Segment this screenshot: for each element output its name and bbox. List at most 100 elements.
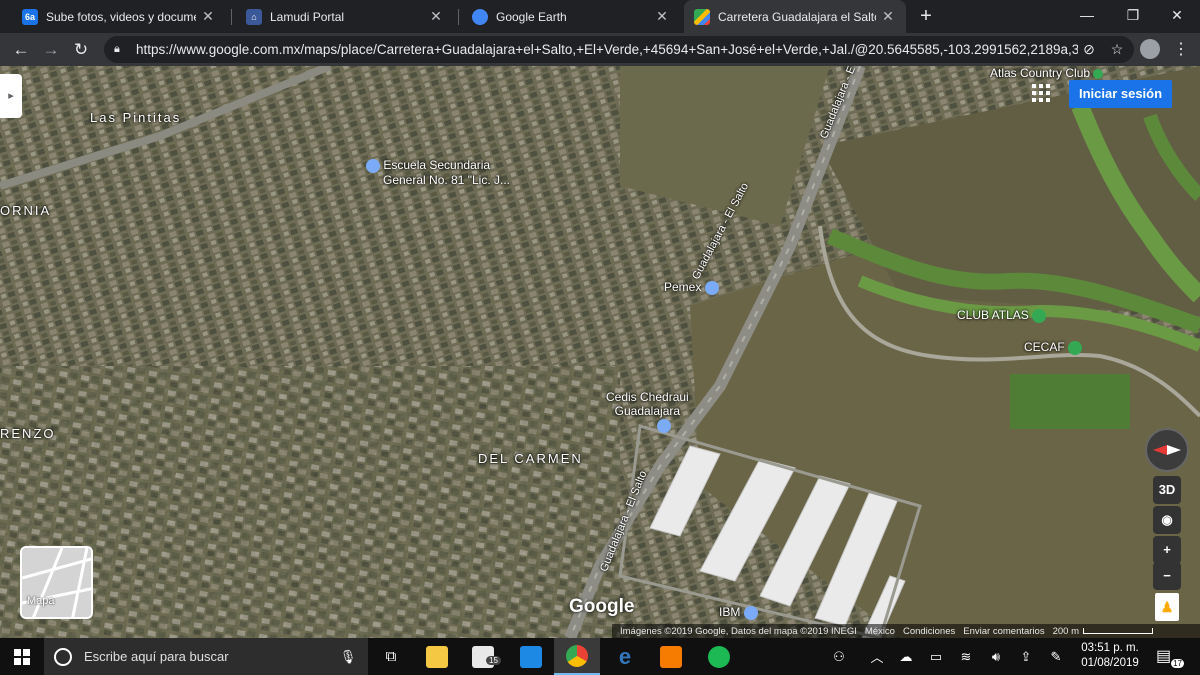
satellite-map[interactable]: ▸ Las Pintitas ORNIA RENZO DEL CARMEN Es… bbox=[0, 66, 1200, 638]
microphone-icon[interactable]: 🎙︎ bbox=[336, 649, 360, 665]
close-icon[interactable]: ✕ bbox=[654, 8, 670, 25]
map-label-las-pintitas[interactable]: Las Pintitas bbox=[90, 110, 181, 125]
system-clock[interactable]: 03:51 p. m. 01/08/2019 bbox=[1072, 641, 1148, 671]
start-button[interactable] bbox=[0, 638, 44, 675]
place-name: CECAF bbox=[1024, 340, 1065, 354]
place-name: Escuela Secundaria bbox=[383, 158, 491, 172]
park-pin-icon bbox=[1093, 68, 1104, 79]
apps-grid-icon[interactable] bbox=[1032, 84, 1052, 104]
browser-toolbar: ← → ↻ 🔒︎ https://www.google.com.mx/maps/… bbox=[0, 33, 1200, 66]
place-name: Atlas Country Club bbox=[990, 66, 1091, 80]
mail-badge: 15 bbox=[486, 656, 501, 665]
tab-title: Sube fotos, videos y documentos bbox=[46, 9, 196, 24]
bookmark-star-icon[interactable]: ☆ bbox=[1106, 41, 1128, 58]
spotify-icon[interactable] bbox=[696, 638, 742, 675]
map-label-ornia[interactable]: ORNIA bbox=[0, 203, 51, 218]
place-cedis-chedraui[interactable]: Cedis Chedraui Guadalajara bbox=[606, 390, 689, 433]
upload-cloud-icon[interactable]: ⇪ bbox=[1014, 638, 1038, 675]
minimize-button[interactable]: — bbox=[1064, 0, 1110, 30]
chrome-icon[interactable] bbox=[554, 638, 600, 675]
compass-needle-icon bbox=[1153, 445, 1181, 455]
onedrive-icon[interactable]: ☁ bbox=[894, 638, 918, 675]
terms-link[interactable]: Condiciones bbox=[903, 626, 955, 637]
place-ibm[interactable]: IBM bbox=[719, 605, 758, 620]
my-location-icon[interactable]: ◉ bbox=[1153, 506, 1181, 534]
feedback-link[interactable]: Enviar comentarios bbox=[963, 626, 1044, 637]
whatsapp-icon[interactable] bbox=[648, 638, 694, 675]
close-icon[interactable]: ✕ bbox=[200, 8, 216, 25]
sign-in-button[interactable]: Iniciar sesión bbox=[1069, 80, 1172, 108]
zoom-out-button[interactable]: − bbox=[1153, 562, 1181, 590]
reload-icon[interactable]: ↻ bbox=[68, 37, 94, 63]
mail-icon[interactable]: 15 bbox=[460, 638, 506, 675]
place-name: Cedis Chedraui bbox=[606, 390, 689, 404]
place-name: IBM bbox=[719, 605, 741, 619]
country-link[interactable]: México bbox=[865, 626, 895, 637]
search-placeholder: Escribe aquí para buscar bbox=[84, 649, 229, 664]
place-atlas-country-club[interactable]: Atlas Country Club bbox=[990, 66, 1104, 80]
tab-title: Lamudi Portal bbox=[270, 9, 345, 24]
taskbar-search[interactable]: Escribe aquí para buscar 🎙︎ bbox=[44, 638, 368, 675]
map-layer-toggle[interactable]: Mapa bbox=[20, 546, 93, 619]
action-center-icon[interactable]: ▤ 17 bbox=[1156, 646, 1184, 668]
street-view-pegman-icon[interactable]: ♟ bbox=[1155, 593, 1179, 621]
profile-avatar[interactable] bbox=[1140, 39, 1160, 59]
map-label-renzo[interactable]: RENZO bbox=[0, 426, 56, 441]
place-escuela[interactable]: Escuela Secundaria General No. 81 "Lic. … bbox=[366, 158, 510, 187]
attribution-bar: Imágenes ©2019 Google, Datos del mapa ©2… bbox=[612, 624, 1200, 638]
place-cecaf[interactable]: CECAF bbox=[1024, 340, 1083, 355]
new-tab-button[interactable]: + bbox=[914, 4, 938, 28]
gas-station-pin-icon bbox=[704, 280, 719, 295]
battery-icon[interactable]: ▭ bbox=[924, 638, 948, 675]
notification-icon: ▤ bbox=[1156, 648, 1172, 665]
lock-icon: 🔒︎ bbox=[114, 43, 120, 55]
close-icon[interactable]: ✕ bbox=[880, 8, 896, 25]
clock-date: 01/08/2019 bbox=[1081, 657, 1139, 669]
cortana-icon bbox=[54, 647, 72, 666]
close-icon[interactable]: ✕ bbox=[428, 8, 444, 25]
wifi-icon[interactable]: ≋ bbox=[954, 638, 978, 675]
tab-lamudi[interactable]: ⌂ Lamudi Portal ✕ bbox=[236, 0, 454, 33]
tab-title: Google Earth bbox=[496, 9, 567, 24]
address-bar[interactable]: 🔒︎ https://www.google.com.mx/maps/place/… bbox=[104, 36, 1134, 63]
map-thumbnail bbox=[22, 548, 91, 617]
park-pin-icon bbox=[1068, 340, 1083, 355]
forward-icon[interactable]: → bbox=[38, 37, 64, 63]
photos-app-icon[interactable] bbox=[508, 638, 554, 675]
back-icon[interactable]: ← bbox=[8, 37, 34, 63]
kebab-menu-icon[interactable]: ⋮ bbox=[1170, 37, 1192, 63]
file-explorer-icon[interactable] bbox=[414, 638, 460, 675]
place-name: Guadalajara bbox=[614, 404, 681, 418]
tab-google-maps[interactable]: Carretera Guadalajara el Salto - G ✕ bbox=[684, 0, 906, 33]
people-icon[interactable]: ⚇ bbox=[826, 638, 852, 675]
place-name: General No. 81 "Lic. J... bbox=[383, 172, 510, 187]
task-view-icon[interactable]: ⧉ bbox=[368, 638, 414, 675]
show-hidden-icons-chevron-icon[interactable]: ︿ bbox=[866, 638, 888, 675]
tilt-3d-button[interactable]: 3D bbox=[1153, 476, 1181, 504]
tab-photos[interactable]: 6a Sube fotos, videos y documentos ✕ bbox=[12, 0, 226, 33]
satellite-imagery bbox=[0, 66, 1200, 638]
compass-icon[interactable] bbox=[1145, 428, 1189, 472]
url-text[interactable]: https://www.google.com.mx/maps/place/Car… bbox=[136, 42, 1078, 57]
restore-button[interactable]: ❐ bbox=[1110, 0, 1156, 30]
place-name: CLUB ATLAS bbox=[957, 308, 1029, 322]
volume-icon[interactable]: 🔊︎ bbox=[984, 638, 1008, 675]
tab-title: Carretera Guadalajara el Salto - G bbox=[718, 9, 876, 24]
tab-google-earth[interactable]: Google Earth ✕ bbox=[462, 0, 680, 33]
imagery-credit: Imágenes ©2019 Google, Datos del mapa ©2… bbox=[620, 625, 857, 637]
map-label-del-carmen[interactable]: DEL CARMEN bbox=[478, 451, 583, 466]
camera-blocked-icon[interactable]: ⊘ bbox=[1078, 41, 1100, 58]
place-club-atlas[interactable]: CLUB ATLAS bbox=[957, 308, 1047, 323]
close-window-button[interactable]: ✕ bbox=[1154, 0, 1200, 30]
scale-label[interactable]: 200 m bbox=[1053, 626, 1079, 637]
place-pemex[interactable]: Pemex bbox=[664, 280, 719, 295]
edge-icon[interactable]: e bbox=[602, 638, 648, 675]
clock-time: 03:51 p. m. bbox=[1081, 642, 1139, 654]
scale-bar bbox=[1082, 628, 1153, 634]
zoom-in-button[interactable]: + bbox=[1153, 536, 1181, 564]
expand-sidepanel-button[interactable]: ▸ bbox=[0, 74, 22, 118]
tab-divider bbox=[458, 9, 459, 25]
pen-icon[interactable]: ✎ bbox=[1044, 638, 1068, 675]
google-maps-icon bbox=[694, 8, 710, 25]
windows-logo-icon bbox=[14, 648, 30, 665]
